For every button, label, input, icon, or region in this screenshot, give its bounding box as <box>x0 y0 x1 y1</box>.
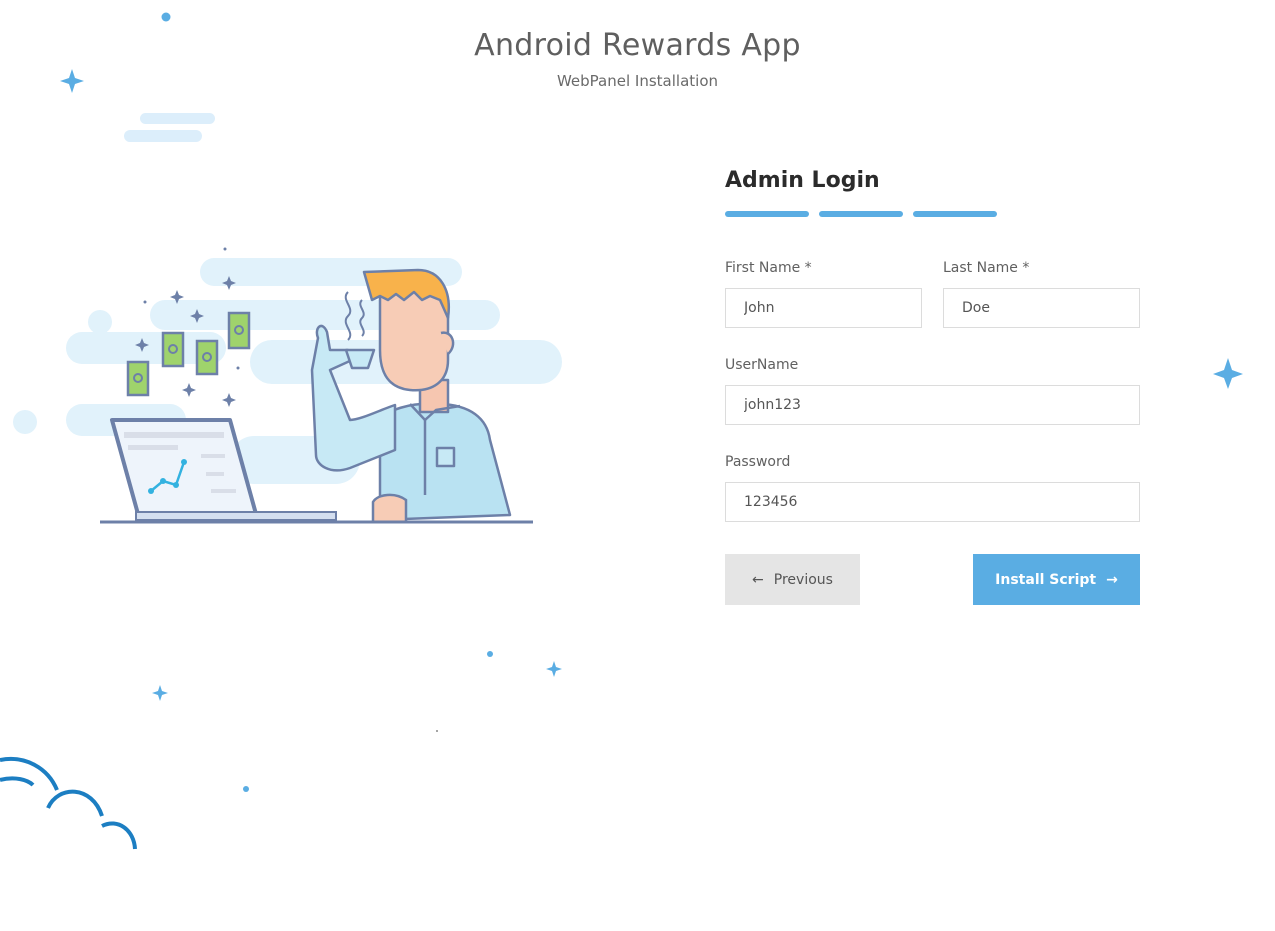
dot-icon <box>161 12 171 22</box>
admin-login-panel: Admin Login <box>725 168 1140 217</box>
last-name-input[interactable] <box>943 288 1140 328</box>
dot-icon <box>487 651 493 657</box>
install-button-label: Install Script <box>995 571 1097 588</box>
password-input[interactable] <box>725 482 1140 522</box>
form-title: Admin Login <box>725 168 880 193</box>
app-subtitle: WebPanel Installation <box>556 72 718 90</box>
sparkle-icon <box>152 685 168 701</box>
first-name-input[interactable] <box>725 288 922 328</box>
cloud-icon <box>0 756 137 850</box>
arrow-right-icon: → <box>1106 571 1118 588</box>
install-script-button[interactable]: Install Script → <box>973 554 1140 605</box>
cloud-icon <box>124 113 215 142</box>
username-label: UserName <box>725 357 799 373</box>
dot-icon <box>436 730 438 732</box>
step-indicator-1 <box>725 211 809 217</box>
step-indicator-3 <box>913 211 997 217</box>
sparkle-icon <box>1213 358 1243 389</box>
previous-button[interactable]: ← Previous <box>725 554 860 605</box>
arrow-left-icon: ← <box>752 571 764 588</box>
previous-button-label: Previous <box>773 571 833 588</box>
app-title: Android Rewards App <box>474 28 801 63</box>
first-name-label: First Name * <box>725 260 812 276</box>
step-indicator-2 <box>819 211 903 217</box>
man-drinking-coffee-illustration <box>13 247 562 524</box>
last-name-label: Last Name * <box>943 260 1030 276</box>
sparkle-icon <box>546 661 562 677</box>
page-header: Android Rewards App WebPanel Installatio… <box>0 28 1275 90</box>
dot-icon <box>243 786 249 792</box>
username-input[interactable] <box>725 385 1140 425</box>
step-progress <box>725 211 1140 217</box>
password-label: Password <box>725 454 791 470</box>
